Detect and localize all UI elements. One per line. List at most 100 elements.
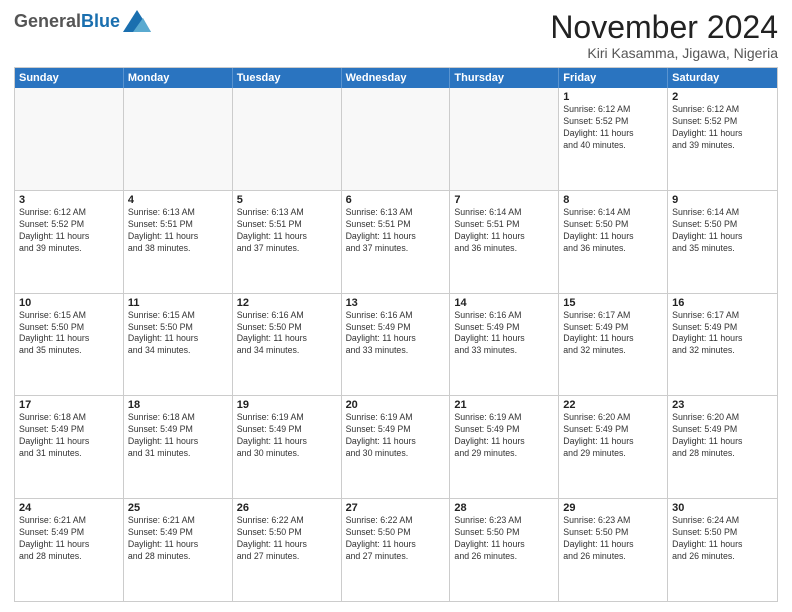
page-title: November 2024 [550, 10, 778, 45]
calendar-header-cell: Wednesday [342, 68, 451, 88]
calendar-day-cell [342, 88, 451, 190]
day-number: 9 [672, 194, 773, 206]
logo: General Blue [14, 10, 151, 32]
day-number: 11 [128, 297, 228, 309]
day-info: Sunrise: 6:19 AM Sunset: 5:49 PM Dayligh… [454, 412, 554, 460]
day-info: Sunrise: 6:24 AM Sunset: 5:50 PM Dayligh… [672, 515, 773, 563]
day-info: Sunrise: 6:16 AM Sunset: 5:49 PM Dayligh… [346, 310, 446, 358]
day-number: 16 [672, 297, 773, 309]
calendar-day-cell: 16Sunrise: 6:17 AM Sunset: 5:49 PM Dayli… [668, 294, 777, 396]
day-number: 10 [19, 297, 119, 309]
day-info: Sunrise: 6:16 AM Sunset: 5:49 PM Dayligh… [454, 310, 554, 358]
logo-blue: Blue [81, 12, 120, 30]
day-info: Sunrise: 6:12 AM Sunset: 5:52 PM Dayligh… [19, 207, 119, 255]
calendar-day-cell: 1Sunrise: 6:12 AM Sunset: 5:52 PM Daylig… [559, 88, 668, 190]
calendar-day-cell: 18Sunrise: 6:18 AM Sunset: 5:49 PM Dayli… [124, 396, 233, 498]
day-info: Sunrise: 6:18 AM Sunset: 5:49 PM Dayligh… [128, 412, 228, 460]
calendar-header-row: SundayMondayTuesdayWednesdayThursdayFrid… [15, 68, 777, 88]
calendar-body: 1Sunrise: 6:12 AM Sunset: 5:52 PM Daylig… [15, 88, 777, 601]
calendar-day-cell: 5Sunrise: 6:13 AM Sunset: 5:51 PM Daylig… [233, 191, 342, 293]
day-info: Sunrise: 6:17 AM Sunset: 5:49 PM Dayligh… [672, 310, 773, 358]
day-info: Sunrise: 6:15 AM Sunset: 5:50 PM Dayligh… [128, 310, 228, 358]
calendar-day-cell: 4Sunrise: 6:13 AM Sunset: 5:51 PM Daylig… [124, 191, 233, 293]
calendar-day-cell [450, 88, 559, 190]
day-number: 6 [346, 194, 446, 206]
day-number: 21 [454, 399, 554, 411]
calendar-week-row: 3Sunrise: 6:12 AM Sunset: 5:52 PM Daylig… [15, 190, 777, 293]
day-info: Sunrise: 6:23 AM Sunset: 5:50 PM Dayligh… [563, 515, 663, 563]
calendar-day-cell: 26Sunrise: 6:22 AM Sunset: 5:50 PM Dayli… [233, 499, 342, 601]
logo-text: General Blue [14, 10, 151, 32]
calendar-day-cell: 30Sunrise: 6:24 AM Sunset: 5:50 PM Dayli… [668, 499, 777, 601]
day-number: 1 [563, 91, 663, 103]
calendar-day-cell: 13Sunrise: 6:16 AM Sunset: 5:49 PM Dayli… [342, 294, 451, 396]
calendar-day-cell: 14Sunrise: 6:16 AM Sunset: 5:49 PM Dayli… [450, 294, 559, 396]
calendar-header-cell: Monday [124, 68, 233, 88]
calendar-day-cell: 2Sunrise: 6:12 AM Sunset: 5:52 PM Daylig… [668, 88, 777, 190]
day-number: 15 [563, 297, 663, 309]
day-number: 5 [237, 194, 337, 206]
day-number: 30 [672, 502, 773, 514]
calendar-day-cell: 25Sunrise: 6:21 AM Sunset: 5:49 PM Dayli… [124, 499, 233, 601]
day-info: Sunrise: 6:20 AM Sunset: 5:49 PM Dayligh… [563, 412, 663, 460]
calendar-header-cell: Thursday [450, 68, 559, 88]
day-info: Sunrise: 6:22 AM Sunset: 5:50 PM Dayligh… [346, 515, 446, 563]
calendar-day-cell: 10Sunrise: 6:15 AM Sunset: 5:50 PM Dayli… [15, 294, 124, 396]
calendar-day-cell: 12Sunrise: 6:16 AM Sunset: 5:50 PM Dayli… [233, 294, 342, 396]
day-number: 3 [19, 194, 119, 206]
calendar-day-cell: 9Sunrise: 6:14 AM Sunset: 5:50 PM Daylig… [668, 191, 777, 293]
calendar-day-cell: 21Sunrise: 6:19 AM Sunset: 5:49 PM Dayli… [450, 396, 559, 498]
calendar-day-cell [15, 88, 124, 190]
day-info: Sunrise: 6:16 AM Sunset: 5:50 PM Dayligh… [237, 310, 337, 358]
day-number: 27 [346, 502, 446, 514]
calendar-week-row: 1Sunrise: 6:12 AM Sunset: 5:52 PM Daylig… [15, 88, 777, 190]
calendar-day-cell [124, 88, 233, 190]
calendar-header-cell: Saturday [668, 68, 777, 88]
calendar: SundayMondayTuesdayWednesdayThursdayFrid… [14, 67, 778, 602]
logo-icon [123, 10, 151, 32]
calendar-day-cell: 22Sunrise: 6:20 AM Sunset: 5:49 PM Dayli… [559, 396, 668, 498]
day-info: Sunrise: 6:21 AM Sunset: 5:49 PM Dayligh… [128, 515, 228, 563]
day-number: 22 [563, 399, 663, 411]
day-info: Sunrise: 6:14 AM Sunset: 5:51 PM Dayligh… [454, 207, 554, 255]
day-number: 26 [237, 502, 337, 514]
calendar-week-row: 17Sunrise: 6:18 AM Sunset: 5:49 PM Dayli… [15, 395, 777, 498]
day-number: 25 [128, 502, 228, 514]
calendar-day-cell: 17Sunrise: 6:18 AM Sunset: 5:49 PM Dayli… [15, 396, 124, 498]
calendar-day-cell: 20Sunrise: 6:19 AM Sunset: 5:49 PM Dayli… [342, 396, 451, 498]
calendar-day-cell: 8Sunrise: 6:14 AM Sunset: 5:50 PM Daylig… [559, 191, 668, 293]
day-number: 24 [19, 502, 119, 514]
calendar-day-cell: 7Sunrise: 6:14 AM Sunset: 5:51 PM Daylig… [450, 191, 559, 293]
header: General Blue November 2024 Kiri Kasamma,… [14, 10, 778, 61]
calendar-week-row: 24Sunrise: 6:21 AM Sunset: 5:49 PM Dayli… [15, 498, 777, 601]
day-info: Sunrise: 6:18 AM Sunset: 5:49 PM Dayligh… [19, 412, 119, 460]
title-block: November 2024 Kiri Kasamma, Jigawa, Nige… [550, 10, 778, 61]
logo-general: General [14, 12, 81, 30]
page: General Blue November 2024 Kiri Kasamma,… [0, 0, 792, 612]
day-info: Sunrise: 6:12 AM Sunset: 5:52 PM Dayligh… [563, 104, 663, 152]
calendar-day-cell: 3Sunrise: 6:12 AM Sunset: 5:52 PM Daylig… [15, 191, 124, 293]
calendar-day-cell: 6Sunrise: 6:13 AM Sunset: 5:51 PM Daylig… [342, 191, 451, 293]
day-info: Sunrise: 6:21 AM Sunset: 5:49 PM Dayligh… [19, 515, 119, 563]
calendar-day-cell: 24Sunrise: 6:21 AM Sunset: 5:49 PM Dayli… [15, 499, 124, 601]
day-number: 23 [672, 399, 773, 411]
day-info: Sunrise: 6:23 AM Sunset: 5:50 PM Dayligh… [454, 515, 554, 563]
day-number: 12 [237, 297, 337, 309]
day-number: 13 [346, 297, 446, 309]
calendar-day-cell: 23Sunrise: 6:20 AM Sunset: 5:49 PM Dayli… [668, 396, 777, 498]
day-number: 7 [454, 194, 554, 206]
calendar-header-cell: Tuesday [233, 68, 342, 88]
day-info: Sunrise: 6:13 AM Sunset: 5:51 PM Dayligh… [128, 207, 228, 255]
day-info: Sunrise: 6:14 AM Sunset: 5:50 PM Dayligh… [563, 207, 663, 255]
day-info: Sunrise: 6:15 AM Sunset: 5:50 PM Dayligh… [19, 310, 119, 358]
day-info: Sunrise: 6:14 AM Sunset: 5:50 PM Dayligh… [672, 207, 773, 255]
day-number: 28 [454, 502, 554, 514]
calendar-header-cell: Friday [559, 68, 668, 88]
day-info: Sunrise: 6:19 AM Sunset: 5:49 PM Dayligh… [346, 412, 446, 460]
day-info: Sunrise: 6:13 AM Sunset: 5:51 PM Dayligh… [346, 207, 446, 255]
day-number: 18 [128, 399, 228, 411]
calendar-day-cell: 15Sunrise: 6:17 AM Sunset: 5:49 PM Dayli… [559, 294, 668, 396]
calendar-day-cell: 28Sunrise: 6:23 AM Sunset: 5:50 PM Dayli… [450, 499, 559, 601]
subtitle: Kiri Kasamma, Jigawa, Nigeria [550, 45, 778, 61]
calendar-week-row: 10Sunrise: 6:15 AM Sunset: 5:50 PM Dayli… [15, 293, 777, 396]
